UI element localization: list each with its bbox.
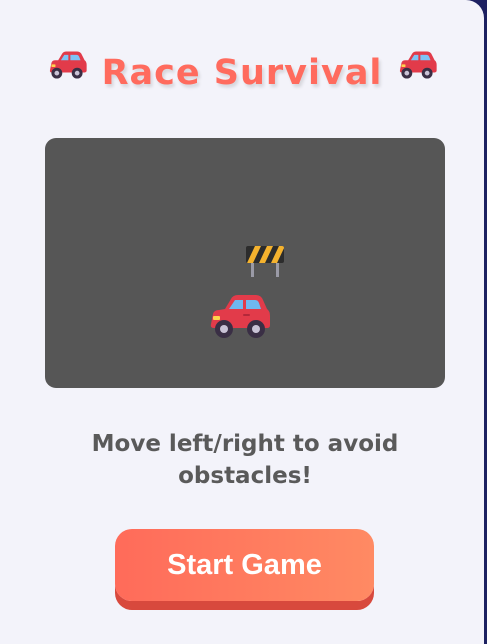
construction-barrier-icon xyxy=(245,244,285,278)
instructions-text: Move left/right to avoid obstacles! xyxy=(91,431,399,489)
car-icon xyxy=(46,49,88,90)
title-row: Race Survival xyxy=(0,49,484,94)
game-card: Race Survival Move left/right to avoid o… xyxy=(0,0,484,644)
player-car-icon[interactable] xyxy=(209,293,271,339)
car-icon xyxy=(396,49,438,90)
start-game-button[interactable]: Start Game xyxy=(115,529,374,601)
game-board[interactable] xyxy=(45,138,445,388)
page-title: Race Survival xyxy=(101,53,383,93)
